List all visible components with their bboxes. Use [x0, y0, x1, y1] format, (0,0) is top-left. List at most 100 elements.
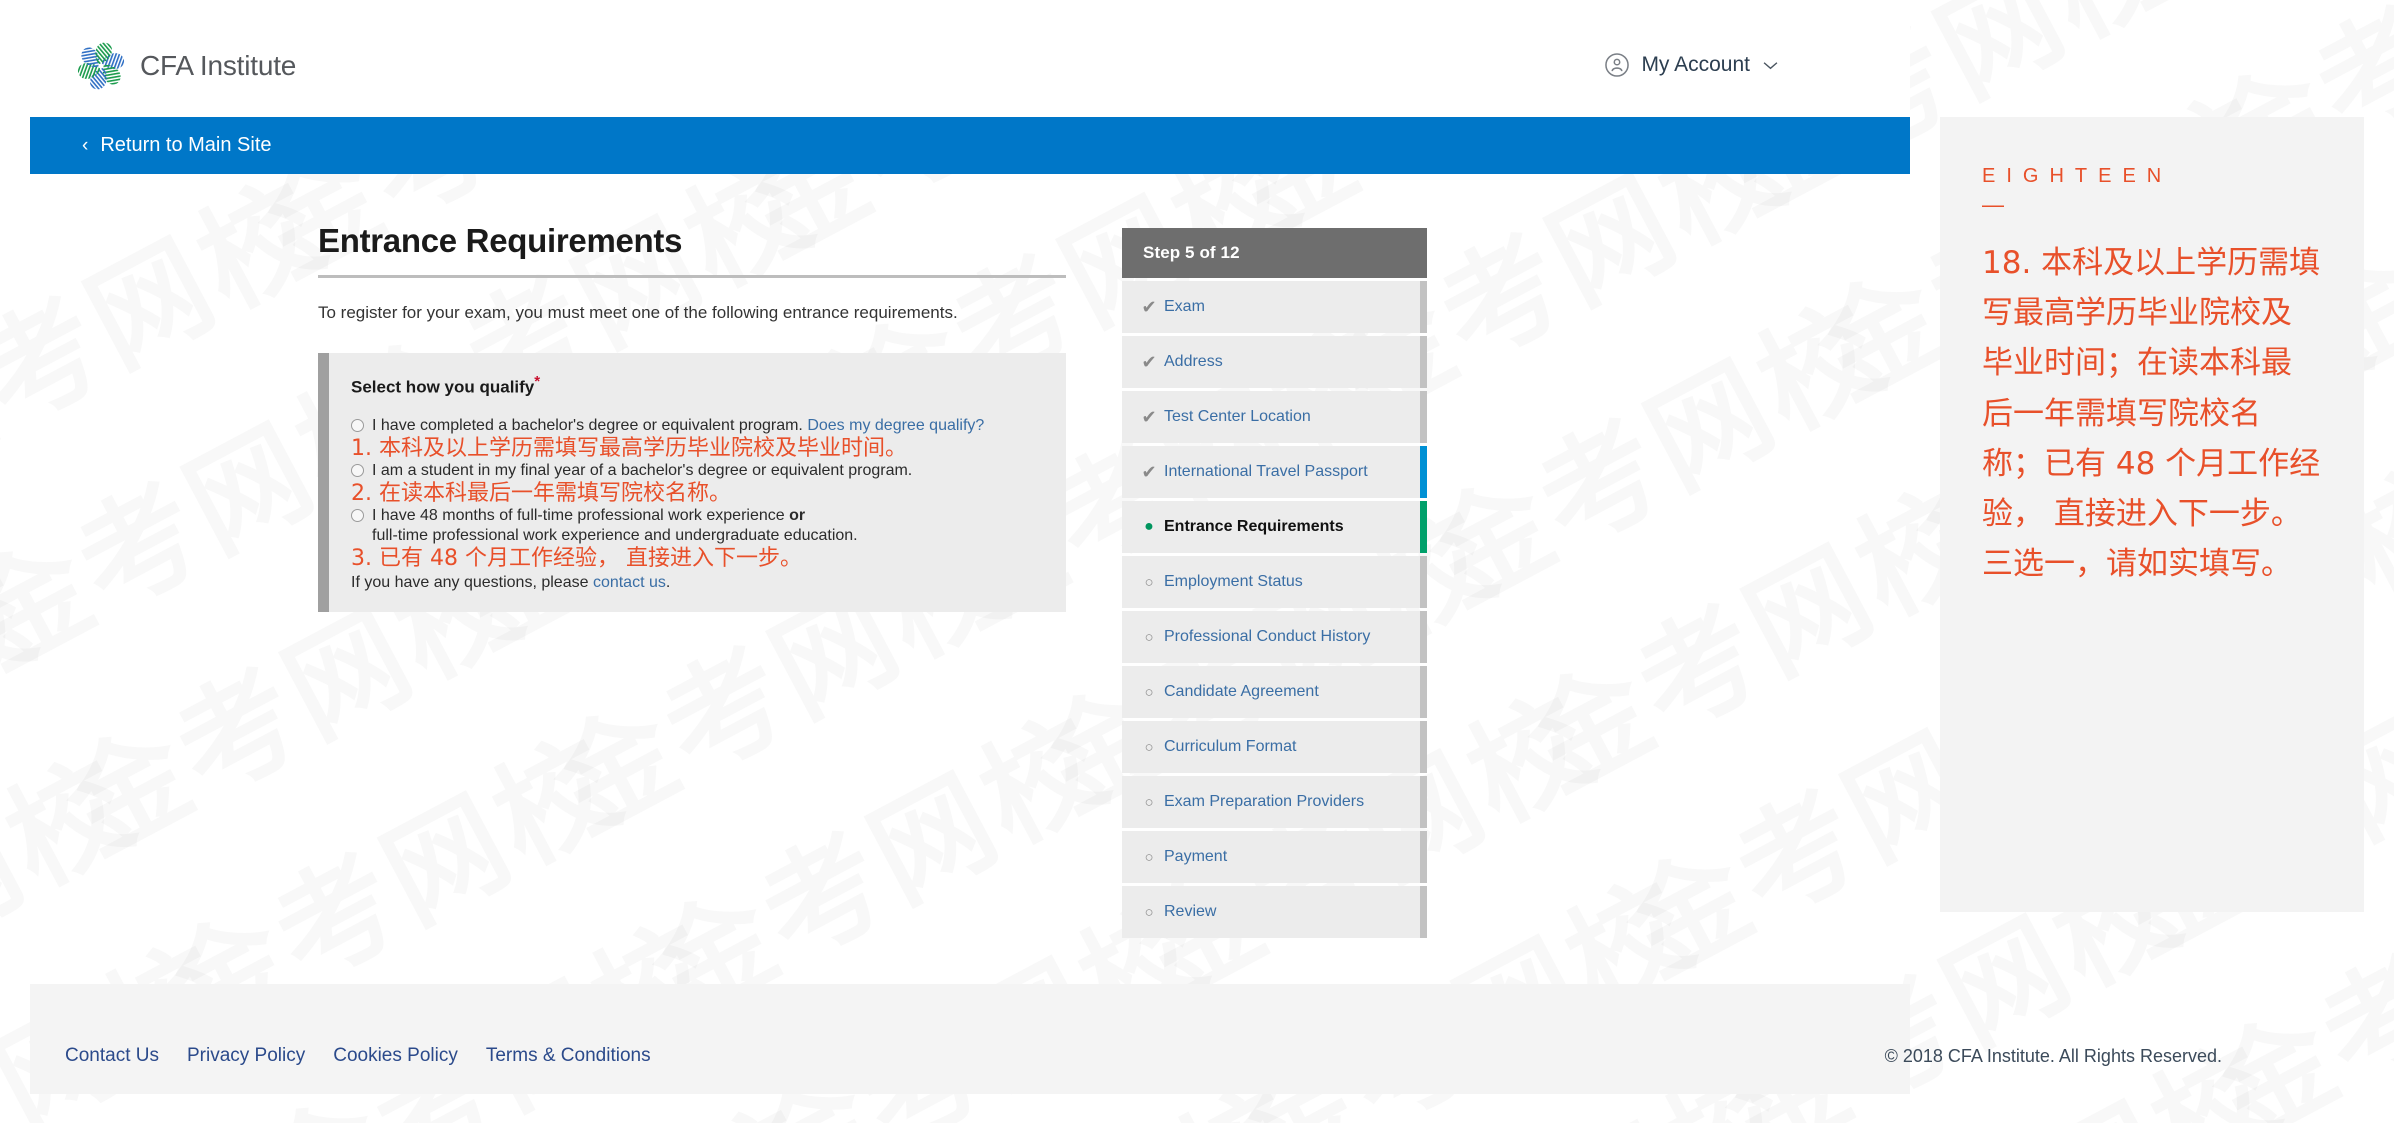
intro-text: To register for your exam, you must meet…: [318, 303, 958, 322]
option-1-label: I have completed a bachelor's degree or …: [372, 416, 803, 434]
required-asterisk: *: [534, 373, 541, 390]
circle-outline-icon: ○: [1144, 628, 1154, 646]
watermark-text: 金考网校: [2068, 0, 2394, 65]
step-counter: Step 5 of 12: [1122, 228, 1427, 278]
step-status-bar: [1420, 336, 1427, 388]
help-text: If you have any questions, please contac…: [351, 574, 1044, 592]
step-item-entrance-requirements[interactable]: ● Entrance Requirements: [1122, 501, 1427, 553]
step-status-bar: [1420, 666, 1427, 718]
step-status-bar: [1420, 611, 1427, 663]
user-circle-icon: [1605, 53, 1630, 77]
watermark-text: 金考网校: [2380, 234, 2394, 590]
step-item-exam-preparation-providers[interactable]: ○ Exam Preparation Providers: [1122, 776, 1427, 828]
step-item-payment[interactable]: ○ Payment: [1122, 831, 1427, 883]
step-item-label: Professional Conduct History: [1164, 628, 1371, 645]
step-status-bar: [1420, 831, 1427, 883]
option-3-or: or: [789, 506, 806, 524]
step-item-exam[interactable]: ✔ Exam: [1122, 281, 1427, 333]
step-item-label: Address: [1164, 353, 1223, 370]
title-divider: [318, 275, 1066, 278]
return-to-main-site-link[interactable]: ‹ Return to Main Site: [82, 134, 272, 157]
cfa-pinwheel-logo-icon: [77, 42, 125, 90]
step-item-professional-conduct-history[interactable]: ○ Professional Conduct History: [1122, 611, 1427, 663]
step-status-bar: [1420, 501, 1427, 553]
step-status-bar: [1420, 391, 1427, 443]
step-status-bar: [1420, 281, 1427, 333]
step-list: ✔ Exam ✔ Address ✔ Test Center Location ✔ Inter…: [1122, 281, 1427, 938]
circle-outline-icon: ○: [1144, 848, 1154, 866]
site-footer: [30, 984, 1910, 1094]
annotation-dash: —: [1982, 192, 2004, 217]
circle-outline-icon: ○: [1144, 738, 1154, 756]
step-status-bar: [1420, 886, 1427, 938]
radio-option-3[interactable]: [351, 508, 364, 522]
option-2-label: I am a student in my final year of a bac…: [372, 461, 913, 479]
check-icon: ✔: [1141, 297, 1157, 317]
circle-outline-icon: ○: [1144, 683, 1154, 701]
footer-link-privacy-policy[interactable]: Privacy Policy: [187, 1045, 305, 1067]
step-item-label: Employment Status: [1164, 573, 1303, 590]
cfa-logo-text: CFA Institute: [140, 50, 297, 81]
step-item-label: International Travel Passport: [1164, 463, 1368, 480]
footer-link-cookies-policy[interactable]: Cookies Policy: [333, 1045, 458, 1067]
qualify-option-1-text: I have completed a bachelor's degree or …: [372, 416, 984, 436]
step-status-bar: [1420, 556, 1427, 608]
my-account-menu[interactable]: My Account: [1604, 52, 1778, 78]
step-status-bar: [1420, 776, 1427, 828]
cfa-logo[interactable]: CFA Institute: [75, 40, 296, 92]
contact-us-link[interactable]: contact us: [593, 574, 666, 591]
site-header: CFA Institute My Account: [30, 0, 1910, 117]
step-item-label: Exam Preparation Providers: [1164, 793, 1365, 810]
radio-option-2[interactable]: [351, 463, 364, 477]
radio-option-1[interactable]: [351, 418, 364, 432]
circle-outline-icon: ○: [1144, 903, 1154, 921]
entrance-requirements-form: Entrance Requirements To register for yo…: [318, 222, 1088, 612]
step-item-label: Curriculum Format: [1164, 738, 1297, 755]
annotation-note-3: 3. 已有 48 个月工作经验， 直接进入下一步。: [351, 545, 802, 571]
step-item-label: Entrance Requirements: [1164, 518, 1344, 535]
step-item-address[interactable]: ✔ Address: [1122, 336, 1427, 388]
check-icon: ✔: [1141, 462, 1157, 482]
qualify-option-1[interactable]: I have completed a bachelor's degree or …: [351, 416, 1044, 436]
footer-link-terms-conditions[interactable]: Terms & Conditions: [486, 1045, 651, 1067]
chevron-down-icon: [1763, 61, 1778, 69]
qualify-option-3-text: I have 48 months of full-time profession…: [372, 506, 805, 526]
help-suffix: .: [665, 573, 671, 591]
qualify-label: Select how you qualify*: [351, 373, 1044, 398]
step-item-employment-status[interactable]: ○ Employment Status: [1122, 556, 1427, 608]
my-account-label: My Account: [1641, 53, 1750, 76]
current-dot-icon: ●: [1144, 518, 1154, 535]
step-item-label: Payment: [1164, 848, 1228, 865]
step-item-label: Candidate Agreement: [1164, 683, 1319, 700]
option-3-label: I have 48 months of full-time profession…: [372, 506, 790, 524]
annotation-kicker: EIGHTEEN: [1982, 165, 2173, 187]
step-item-international-travel-passport[interactable]: ✔ International Travel Passport: [1122, 446, 1427, 498]
check-icon: ✔: [1141, 407, 1157, 427]
annotation-sidebar: EIGHTEEN — 18. 本科及以上学历需填写最高学历毕业院校及毕业时间；在…: [1940, 117, 2364, 912]
step-item-test-center-location[interactable]: ✔ Test Center Location: [1122, 391, 1427, 443]
footer-link-contact-us[interactable]: Contact Us: [65, 1045, 159, 1067]
step-item-review[interactable]: ○ Review: [1122, 886, 1427, 938]
return-to-main-site-bar: ‹ Return to Main Site: [30, 117, 1910, 174]
qualify-label-text: Select how you qualify: [351, 377, 535, 397]
main-content: Entrance Requirements To register for yo…: [30, 174, 1910, 984]
step-item-curriculum-format[interactable]: ○ Curriculum Format: [1122, 721, 1427, 773]
watermark-text: 金考网校: [0, 1097, 355, 1123]
step-navigation: Step 5 of 12 ✔ Exam ✔ Address ✔ Test Center L…: [1122, 228, 1427, 938]
watermark-text: 金考网校: [2271, 992, 2394, 1123]
qualify-panel: Select how you qualify* I have completed…: [318, 353, 1066, 612]
circle-outline-icon: ○: [1144, 793, 1154, 811]
step-item-candidate-agreement[interactable]: ○ Candidate Agreement: [1122, 666, 1427, 718]
option-3-subline: full-time professional work experience a…: [372, 526, 858, 544]
qualify-option-2[interactable]: I am a student in my final year of a bac…: [351, 461, 1044, 481]
annotation-note-2: 2. 在读本科最后一年需填写院校名称。: [351, 480, 731, 506]
return-to-main-site-label: Return to Main Site: [100, 134, 272, 156]
watermark-text: 金考网校: [0, 541, 60, 933]
help-prefix: If you have any questions, please: [351, 573, 593, 591]
check-icon: ✔: [1141, 352, 1157, 372]
step-item-label: Review: [1164, 903, 1217, 920]
does-my-degree-qualify-link[interactable]: Does my degree qualify?: [807, 417, 984, 434]
chevron-left-icon: ‹: [82, 135, 89, 156]
qualify-option-3[interactable]: I have 48 months of full-time profession…: [351, 506, 1044, 526]
annotation-body: 18. 本科及以上学历需填写最高学历毕业院校及毕业时间；在读本科最后一年需填写院…: [1982, 245, 2321, 583]
